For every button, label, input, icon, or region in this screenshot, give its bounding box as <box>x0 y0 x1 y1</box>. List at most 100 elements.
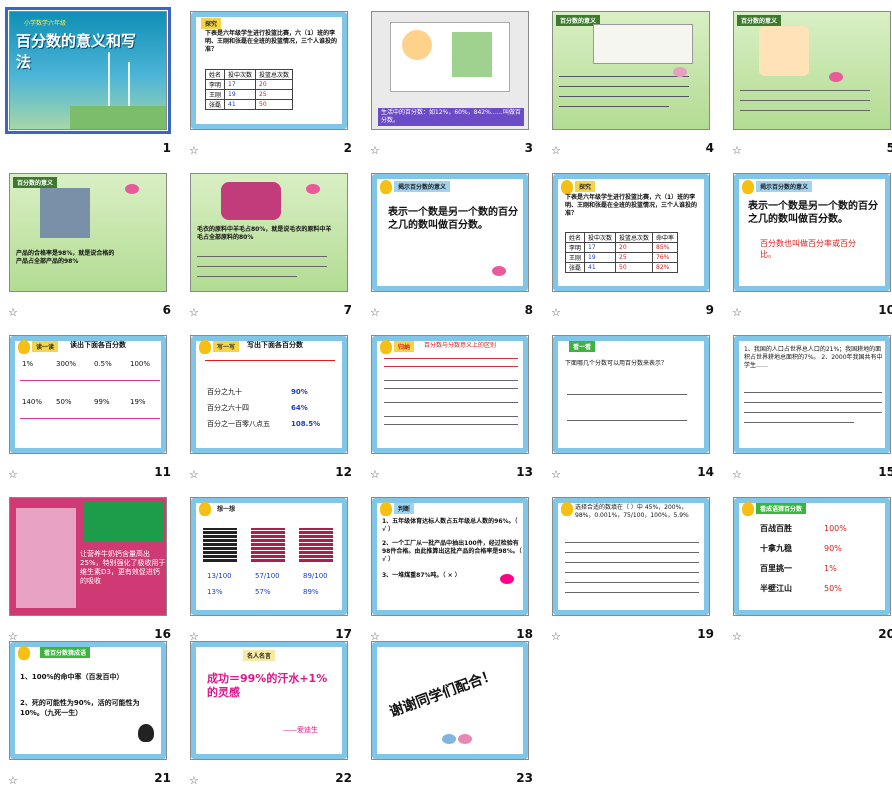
slide-4[interactable]: 百分数的意义 ☆ 4 <box>547 6 728 168</box>
slide-10-header: 揭示百分数的意义 <box>756 181 813 192</box>
slide-2-table: 姓名 投中次数 投篮总次数 李明 17 20 王刚 19 25 张磊 41 50 <box>204 69 294 110</box>
slide-16-thumbnail[interactable]: 让营养牛奶钙含量高出25%，特别强化了极收用于维生素D3，更有效促进钙的吸收 <box>9 497 167 616</box>
star-transition-icon[interactable]: ☆ <box>732 144 742 157</box>
slide-11-header: 读一读 <box>32 341 59 352</box>
slide-sorter: 小学数学六年级 百分数的意义和写法 1 探究 下表是六年级学生进行投篮比赛，六（… <box>0 0 892 785</box>
slide-15[interactable]: 1、我国的人口占世界总人口的21%；我国耕地的面积占世界耕地总面积的7%。 2、… <box>728 330 892 492</box>
slide-11[interactable]: 读一读 读出下面各百分数 1% 300% 0.5% 100% 140% 50% … <box>4 330 185 492</box>
star-transition-icon[interactable]: ☆ <box>189 306 199 319</box>
star-transition-icon[interactable]: ☆ <box>370 306 380 319</box>
star-transition-icon[interactable]: ☆ <box>370 468 380 481</box>
slide-9-text: 下表是六年级学生进行投篮比赛，六（1）班的李明、王刚和张磊在全班的投篮情况，三个… <box>565 194 698 217</box>
slide-2-header: 探究 <box>201 18 222 29</box>
slide-7-text: 毛衣的原料中羊毛占80%，就是说毛衣的原料中羊毛占全部原料的80% <box>197 226 332 241</box>
slide-number: 6 <box>162 303 171 317</box>
slide-8[interactable]: 揭示百分数的意义 表示一个数是另一个数的百分之几的数叫做百分数。 ☆ 8 <box>366 168 547 330</box>
slide-12-thumbnail[interactable]: 写一写 写出下面各百分数 百分之九十 90% 百分之六十四 64% 百分之一百零… <box>190 335 348 454</box>
slide-23-thumbnail[interactable]: 谢谢同学们配合！ <box>371 641 529 760</box>
slide-5-thumbnail[interactable]: 百分数的意义 <box>733 11 891 130</box>
slide-number: 10 <box>878 303 892 317</box>
slide-9-thumbnail[interactable]: 探究 下表是六年级学生进行投篮比赛，六（1）班的李明、王刚和张磊在全班的投篮情况… <box>552 173 710 292</box>
slide-6-text: 产品的合格率是98%，就是说合格的产品占全部产品的98% <box>16 250 115 265</box>
slide-number: 5 <box>886 141 892 155</box>
slide-11-thumbnail[interactable]: 读一读 读出下面各百分数 1% 300% 0.5% 100% 140% 50% … <box>9 335 167 454</box>
slide-14[interactable]: 看一看 下面哪几个分数可以用百分数来表示？ ☆ 14 <box>547 330 728 492</box>
slide-14-thumbnail[interactable]: 看一看 下面哪几个分数可以用百分数来表示？ <box>552 335 710 454</box>
slide-number: 20 <box>878 627 892 641</box>
slide-18-header: 判断 <box>394 503 415 514</box>
slide-20[interactable]: 看成语猜百分数 百战百胜 100% 十拿九稳 90% 百里挑一 1% 半壁江山 … <box>728 492 892 654</box>
slide-3-thumbnail[interactable]: 生活中的百分数：如12%，60%，842%……叫做百分数。 <box>371 11 529 130</box>
star-transition-icon[interactable]: ☆ <box>8 774 18 785</box>
star-transition-icon[interactable]: ☆ <box>551 144 561 157</box>
slide-2[interactable]: 探究 下表是六年级学生进行投篮比赛，六（1）班的李明、王刚和张磊在全班的投篮情况… <box>185 6 366 168</box>
slide-10-thumbnail[interactable]: 揭示百分数的意义 表示一个数是另一个数的百分之几的数叫做百分数。 百分数也叫做百… <box>733 173 891 292</box>
slide-6-header: 百分数的意义 <box>13 177 58 188</box>
slide-1-title: 百分数的意义和写法 <box>16 32 137 71</box>
slide-10-text: 表示一个数是另一个数的百分之几的数叫做百分数。 <box>748 201 878 225</box>
slide-21-header: 看百分数猜成语 <box>40 647 91 658</box>
slide-22-author: ——爱迪生 <box>283 726 318 734</box>
slide-22-thumbnail[interactable]: 名人名言 成功＝99%的汗水+1%的灵感 ——爱迪生 <box>190 641 348 760</box>
star-transition-icon[interactable]: ☆ <box>189 144 199 157</box>
slide-number: 7 <box>343 303 352 317</box>
slide-5[interactable]: 百分数的意义 ☆ 5 <box>728 6 892 168</box>
star-transition-icon[interactable]: ☆ <box>551 468 561 481</box>
slide-19[interactable]: 选择合适的数填在（ ）中 45%，200%，98%，0.001%，75/100，… <box>547 492 728 654</box>
star-transition-icon[interactable]: ☆ <box>732 468 742 481</box>
star-transition-icon[interactable]: ☆ <box>732 306 742 319</box>
star-transition-icon[interactable]: ☆ <box>189 774 199 785</box>
slide-2-text: 下表是六年级学生进行投篮比赛，六（1）班的李明、王刚和张磊在全班的投篮情况，三个… <box>205 30 338 53</box>
slide-8-thumbnail[interactable]: 揭示百分数的意义 表示一个数是另一个数的百分之几的数叫做百分数。 <box>371 173 529 292</box>
slide-number: 15 <box>878 465 892 479</box>
slide-20-header: 看成语猜百分数 <box>756 503 807 514</box>
slide-12[interactable]: 写一写 写出下面各百分数 百分之九十 90% 百分之六十四 64% 百分之一百零… <box>185 330 366 492</box>
slide-13-thumbnail[interactable]: 归纳 百分数与分数意义上的区别 <box>371 335 529 454</box>
slide-7[interactable]: 毛衣的原料中羊毛占80%，就是说毛衣的原料中羊毛占全部原料的80% ☆ 7 <box>185 168 366 330</box>
slide-21-thumbnail[interactable]: 看百分数猜成语 1、100%的命中率（百发百中） 2、死的可能性为90%，活的可… <box>9 641 167 760</box>
slide-number: 22 <box>335 771 352 785</box>
star-transition-icon[interactable]: ☆ <box>551 630 561 643</box>
slide-13[interactable]: 归纳 百分数与分数意义上的区别 ☆ 13 <box>366 330 547 492</box>
slide-number: 4 <box>705 141 714 155</box>
slide-19-thumbnail[interactable]: 选择合适的数填在（ ）中 45%，200%，98%，0.001%，75/100，… <box>552 497 710 616</box>
slide-number: 11 <box>154 465 171 479</box>
slide-22[interactable]: 名人名言 成功＝99%的汗水+1%的灵感 ——爱迪生 ☆ 22 <box>185 636 366 785</box>
slide-18[interactable]: 判断 1、五年级体育达标人数占五年级总人数的96%。（ √ ） 2、一个工厂从一… <box>366 492 547 654</box>
slide-4-thumbnail[interactable]: 百分数的意义 <box>552 11 710 130</box>
slide-8-header: 揭示百分数的意义 <box>394 181 451 192</box>
slide-18-thumbnail[interactable]: 判断 1、五年级体育达标人数占五年级总人数的96%。（ √ ） 2、一个工厂从一… <box>371 497 529 616</box>
slide-23[interactable]: 谢谢同学们配合！ 23 <box>366 636 547 785</box>
slide-21[interactable]: 看百分数猜成语 1、100%的命中率（百发百中） 2、死的可能性为90%，活的可… <box>4 636 185 785</box>
slide-10[interactable]: 揭示百分数的意义 表示一个数是另一个数的百分之几的数叫做百分数。 百分数也叫做百… <box>728 168 892 330</box>
star-transition-icon[interactable]: ☆ <box>551 306 561 319</box>
slide-6-thumbnail[interactable]: 百分数的意义 产品的合格率是98%，就是说合格的产品占全部产品的98% <box>9 173 167 292</box>
slide-22-header: 名人名言 <box>243 650 276 661</box>
slide-12-title: 写出下面各百分数 <box>247 341 303 349</box>
slide-3[interactable]: 生活中的百分数：如12%，60%，842%……叫做百分数。 ☆ 3 <box>366 6 547 168</box>
star-transition-icon[interactable]: ☆ <box>8 468 18 481</box>
star-transition-icon[interactable]: ☆ <box>732 630 742 643</box>
slide-1[interactable]: 小学数学六年级 百分数的意义和写法 1 <box>4 6 185 168</box>
slide-17[interactable]: 想一想 13/100 57/100 89/100 13% 57% 89% ☆ 1… <box>185 492 366 654</box>
slide-15-text: 1、我国的人口占世界总人口的21%；我国耕地的面积占世界耕地总面积的7%。 2、… <box>744 346 883 369</box>
slide-17-thumbnail[interactable]: 想一想 13/100 57/100 89/100 13% 57% 89% <box>190 497 348 616</box>
slide-20-thumbnail[interactable]: 看成语猜百分数 百战百胜 100% 十拿九稳 90% 百里挑一 1% 半壁江山 … <box>733 497 891 616</box>
slide-19-text: 选择合适的数填在（ ）中 45%，200%，98%，0.001%，75/100，… <box>575 504 689 519</box>
slide-9-table: 姓名 投中次数 投篮总次数 命中率 李明 17 20 85% 王刚 19 25 76% 张磊 41 5… <box>564 232 679 273</box>
slide-15-thumbnail[interactable]: 1、我国的人口占世界总人口的21%；我国耕地的面积占世界耕地总面积的7%。 2、… <box>733 335 891 454</box>
slide-2-thumbnail[interactable]: 探究 下表是六年级学生进行投篮比赛，六（1）班的李明、王刚和张磊在全班的投篮情况… <box>190 11 348 130</box>
slide-number: 23 <box>516 771 533 785</box>
slide-number: 1 <box>162 141 171 155</box>
slide-12-header: 写一写 <box>213 341 240 352</box>
star-transition-icon[interactable]: ☆ <box>370 144 380 157</box>
slide-8-text: 表示一个数是另一个数的百分之几的数叫做百分数。 <box>388 207 518 231</box>
slide-number: 13 <box>516 465 533 479</box>
slide-9[interactable]: 探究 下表是六年级学生进行投篮比赛，六（1）班的李明、王刚和张磊在全班的投篮情况… <box>547 168 728 330</box>
star-transition-icon[interactable]: ☆ <box>189 468 199 481</box>
slide-16[interactable]: 让营养牛奶钙含量高出25%，特别强化了极收用于维生素D3，更有效促进钙的吸收 ☆… <box>4 492 185 654</box>
slide-7-thumbnail[interactable]: 毛衣的原料中羊毛占80%，就是说毛衣的原料中羊毛占全部原料的80% <box>190 173 348 292</box>
star-transition-icon[interactable]: ☆ <box>8 306 18 319</box>
slide-6[interactable]: 百分数的意义 产品的合格率是98%，就是说合格的产品占全部产品的98% ☆ 6 <box>4 168 185 330</box>
slide-1-thumbnail[interactable]: 小学数学六年级 百分数的意义和写法 <box>5 7 171 134</box>
